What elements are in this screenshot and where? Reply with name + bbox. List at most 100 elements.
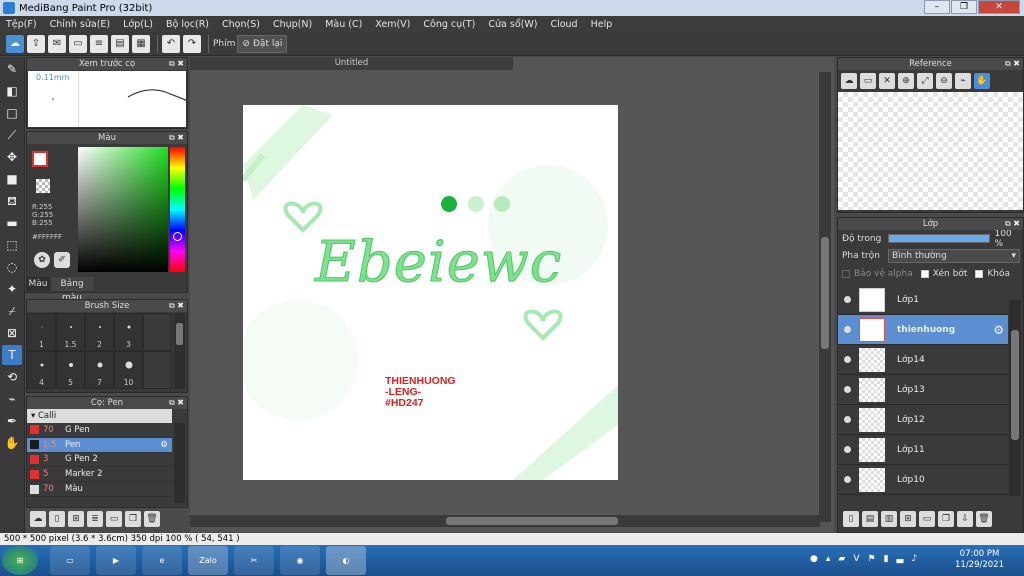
brush-settings-icon[interactable]: ≣ xyxy=(87,511,103,527)
divide-tool-icon[interactable]: ⟲ xyxy=(2,367,22,387)
color-picker-icon[interactable]: ✐ xyxy=(54,252,70,268)
rectangle-tool-icon[interactable]: □ xyxy=(2,103,22,123)
chrome-icon[interactable]: ◉ xyxy=(280,546,320,575)
menu-snap[interactable]: Chụp(N) xyxy=(273,19,312,30)
layer-scrollbar[interactable] xyxy=(1009,300,1021,496)
horizontal-scrollbar[interactable] xyxy=(190,515,820,527)
close-reference-icon[interactable]: ✕ xyxy=(879,73,895,89)
zoom-out-icon[interactable]: ⊖ xyxy=(936,73,952,89)
undo-icon[interactable]: ↶ xyxy=(162,34,180,53)
menu-filter[interactable]: Bộ lọc(R) xyxy=(166,19,209,30)
select-eraser-tool-icon[interactable]: ⊠ xyxy=(2,323,22,343)
comment-icon[interactable]: ✉ xyxy=(48,34,66,53)
explorer-icon[interactable]: ▭ xyxy=(50,546,90,575)
layer-row[interactable]: Lớp13 xyxy=(838,375,1008,405)
vertical-scrollbar[interactable] xyxy=(819,72,831,522)
zoom-in-icon[interactable]: ⊕ xyxy=(898,73,914,89)
menu-view[interactable]: Xem(V) xyxy=(375,19,410,30)
brush-tool-icon[interactable]: ✎ xyxy=(2,59,22,79)
bucket-tool-icon[interactable]: ⛾ xyxy=(2,191,22,211)
brush-size-option[interactable]: 1 xyxy=(27,313,56,351)
tray-nvidia-icon[interactable]: ▰ xyxy=(838,554,845,564)
merge-layer-icon[interactable]: ⇩ xyxy=(957,511,973,527)
tray-signal-icon[interactable]: ▮ xyxy=(884,554,889,564)
fill-rect-tool-icon[interactable]: ■ xyxy=(2,169,22,189)
fit-icon[interactable]: ⤢ xyxy=(917,73,933,89)
folder-icon[interactable]: ▭ xyxy=(860,73,876,89)
pen-group-header[interactable]: ▾ Calli xyxy=(27,409,172,423)
pen-tool-icon[interactable]: ✒ xyxy=(2,411,22,431)
brush-size-option[interactable]: 5 xyxy=(56,351,85,389)
brush-size-option[interactable]: 7 xyxy=(85,351,114,389)
alpha-checkbox[interactable] xyxy=(842,270,850,278)
pen-item[interactable]: 1.5 Pen ⚙ xyxy=(27,437,172,453)
gear-icon[interactable]: ⚙ xyxy=(993,323,1004,337)
palette-icon[interactable]: ✿ xyxy=(34,252,50,268)
pen-item[interactable]: 3G Pen 2 xyxy=(27,453,172,468)
brush-size-option[interactable]: 10 xyxy=(114,351,143,389)
hue-slider[interactable] xyxy=(170,147,185,272)
clock[interactable]: 07:00 PM 11/29/2021 xyxy=(955,549,1004,571)
layer-row[interactable]: thienhuong ⚙ xyxy=(838,315,1008,345)
eyedropper-tool-icon[interactable]: ⌁ xyxy=(2,389,22,409)
eraser-tool-icon[interactable]: ◧ xyxy=(2,81,22,101)
new-brush-icon[interactable]: ▯ xyxy=(49,511,65,527)
share-icon[interactable]: ⇪ xyxy=(27,34,45,53)
transparent-swatch[interactable] xyxy=(36,179,50,193)
scissors-icon[interactable]: ✂ xyxy=(234,546,274,575)
eyedropper-icon[interactable]: ⌁ xyxy=(955,73,971,89)
folder-icon[interactable]: ▭ xyxy=(106,511,122,527)
tray-network-icon[interactable]: ▃ xyxy=(897,554,904,564)
duplicate-layer-icon[interactable]: ❐ xyxy=(938,511,954,527)
pen-item[interactable]: 70 Màu xyxy=(27,482,172,497)
delete-icon[interactable]: 🗑 xyxy=(144,511,160,527)
menu-cloud[interactable]: Cloud xyxy=(550,19,577,30)
redo-icon[interactable]: ↷ xyxy=(183,34,201,53)
lock-checkbox[interactable] xyxy=(975,270,984,278)
menu-edit[interactable]: Chỉnh sửa(E) xyxy=(50,19,111,30)
eye-icon[interactable] xyxy=(844,386,851,393)
move-tool-icon[interactable]: ✥ xyxy=(2,147,22,167)
brush-size-option[interactable]: 1.5 xyxy=(56,313,85,351)
document-tab[interactable]: Untitled xyxy=(190,57,513,70)
close-button[interactable]: ✕ xyxy=(978,0,1020,14)
gradient-tool-icon[interactable]: ▬ xyxy=(2,213,22,233)
select-pen-tool-icon[interactable]: ⌿ xyxy=(2,301,22,321)
gear-icon[interactable]: ⚙ xyxy=(160,440,168,450)
page-icon[interactable]: ▭ xyxy=(69,34,87,53)
start-button[interactable]: ⊞ xyxy=(2,546,38,575)
new-8bit-layer-icon[interactable]: ▥ xyxy=(881,511,897,527)
menu-select[interactable]: Chọn(S) xyxy=(222,19,260,30)
maximize-button[interactable]: ❐ xyxy=(951,0,977,14)
internet-explorer-icon[interactable]: e xyxy=(142,546,182,575)
layer-row[interactable]: Lớp14 xyxy=(838,345,1008,375)
eye-icon[interactable] xyxy=(844,416,851,423)
tray-chevron-icon[interactable]: ▴ xyxy=(826,554,831,564)
delete-layer-icon[interactable]: 🗑 xyxy=(976,511,992,527)
layer-row[interactable]: Lớp10 xyxy=(838,465,1008,495)
clip-checkbox[interactable] xyxy=(920,270,929,278)
add-brush-icon[interactable]: ⊞ xyxy=(68,511,84,527)
cloud-icon[interactable]: ☁ xyxy=(6,34,24,53)
eye-icon[interactable] xyxy=(844,296,851,303)
menu-help[interactable]: Help xyxy=(591,19,613,30)
brush-size-option[interactable]: 2 xyxy=(85,313,114,351)
hue-handle[interactable] xyxy=(173,232,182,241)
menu-tools[interactable]: Công cụ(T) xyxy=(423,19,475,30)
layer-row[interactable]: Lớp11 xyxy=(838,435,1008,465)
tab-color[interactable]: Màu xyxy=(26,277,50,291)
hand-icon[interactable]: ✋ xyxy=(974,73,990,89)
medibang-icon[interactable]: ◐ xyxy=(326,546,366,575)
select-tool-icon[interactable]: ⬚ xyxy=(2,235,22,255)
menu-window[interactable]: Cửa sổ(W) xyxy=(488,19,537,30)
brush-size-option[interactable]: 4 xyxy=(27,351,56,389)
reference-view[interactable] xyxy=(838,92,1023,210)
reset-button[interactable]: ⊘ Đặt lại xyxy=(237,34,288,53)
minimize-button[interactable]: – xyxy=(924,0,950,14)
eye-icon[interactable] xyxy=(844,446,851,453)
menu-layer[interactable]: Lớp(L) xyxy=(123,19,153,30)
text-tool-icon[interactable]: T xyxy=(2,345,22,365)
pages-icon[interactable]: ▤ xyxy=(111,34,129,53)
lasso-tool-icon[interactable]: ◌ xyxy=(2,257,22,277)
blend-select[interactable]: Bình thường ▾ xyxy=(888,249,1020,263)
